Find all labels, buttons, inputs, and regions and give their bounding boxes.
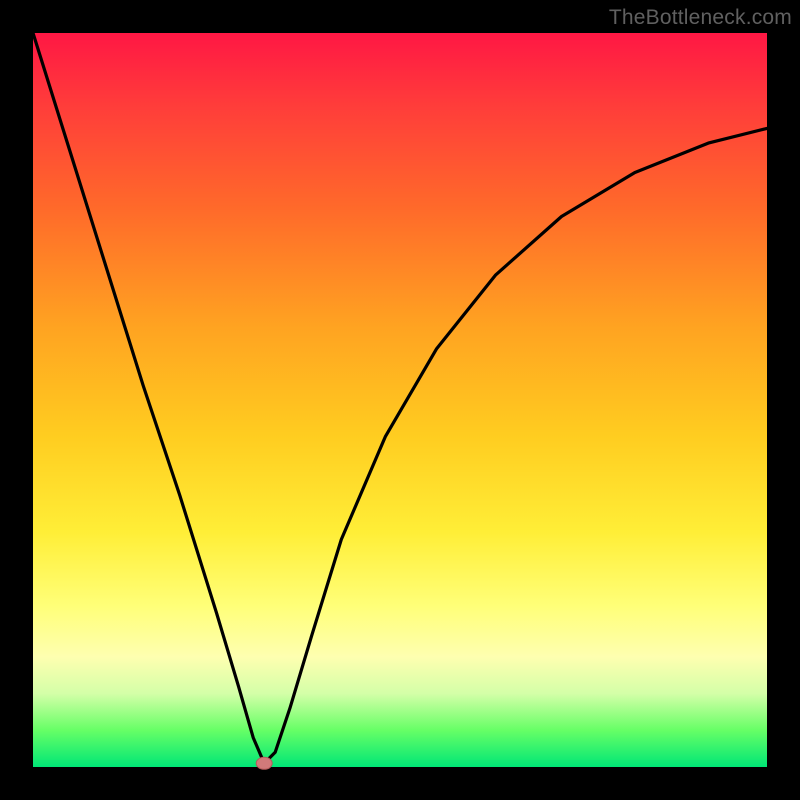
- plot-area: [33, 33, 767, 767]
- bottleneck-curve: [33, 33, 767, 763]
- watermark-text: TheBottleneck.com: [609, 6, 792, 30]
- curve-svg: [33, 33, 767, 767]
- min-marker: [256, 757, 272, 769]
- chart-frame: TheBottleneck.com: [0, 0, 800, 800]
